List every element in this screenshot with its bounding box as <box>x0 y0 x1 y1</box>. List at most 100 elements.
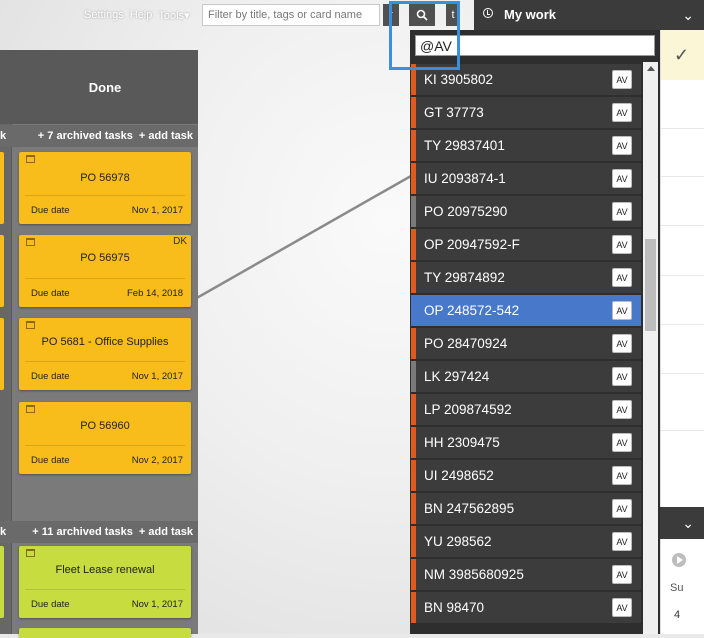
divider <box>661 225 704 226</box>
task-card[interactable]: Fleet Lease renewal Due date Nov 1, 2017 <box>19 546 191 618</box>
due-date: Nov 1, 2017 <box>131 205 183 216</box>
option-label: GT 37773 <box>424 105 484 120</box>
column-title: Done <box>88 80 122 95</box>
top-links: Settings Help Tools▾ <box>84 9 190 22</box>
option-color-strip <box>411 394 416 425</box>
completed-row[interactable]: ✓ <box>661 30 704 80</box>
chevron-down-icon[interactable]: ⌄ <box>682 515 694 532</box>
dropdown-option[interactable]: OP 20947592-F AV <box>411 229 641 260</box>
option-color-strip <box>411 328 416 359</box>
filter-options-button[interactable]: r <box>383 4 399 26</box>
option-label: OP 248572-542 <box>424 303 520 318</box>
card-title: PO 5681 - Office Supplies <box>41 336 169 348</box>
dropdown-option[interactable]: UI 2498652 AV <box>411 460 641 491</box>
dropdown-option[interactable]: TY 29837401 AV <box>411 130 641 161</box>
scroll-up-arrow-icon[interactable] <box>647 66 655 71</box>
dropdown-option[interactable]: LP 209874592 AV <box>411 394 641 425</box>
dropdown-option[interactable]: YU 298562 AV <box>411 526 641 557</box>
option-label: YU 298562 <box>424 534 492 549</box>
dropdown-option[interactable]: BN 247562895 AV <box>411 493 641 524</box>
dropdown-option[interactable]: GT 37773 AV <box>411 97 641 128</box>
dropdown-option[interactable]: PO 20975290 AV <box>411 196 641 227</box>
assignee-avatar-badge: AV <box>612 565 632 584</box>
option-label: BN 247562895 <box>424 501 515 516</box>
assignee-avatar-badge: AV <box>612 433 632 452</box>
option-label: NM 3985680925 <box>424 567 524 582</box>
divider <box>661 275 704 276</box>
day-number[interactable]: 4 <box>674 609 680 621</box>
dropdown-option[interactable]: KI 3905802 AV <box>411 64 641 95</box>
calendar-section-header[interactable]: ⌄ <box>660 507 704 539</box>
check-icon: ✓ <box>674 45 690 65</box>
dropdown-option[interactable]: NM 3985680925 AV <box>411 559 641 590</box>
assignee-avatar-badge: AV <box>612 136 632 155</box>
task-card[interactable]: PO 5681 - Office Supplies Due date Nov 1… <box>19 318 191 390</box>
tools-label: Tools <box>158 10 185 22</box>
due-label: Due date <box>31 599 70 610</box>
play-icon[interactable] <box>672 553 686 567</box>
option-color-strip <box>411 64 416 95</box>
task-card[interactable]: DK PO 56975 Due date Feb 14, 2018 <box>19 235 191 307</box>
dropdown-option[interactable]: HH 2309475 AV <box>411 427 641 458</box>
option-label: IU 2093874-1 <box>424 171 506 186</box>
option-color-strip <box>411 163 416 194</box>
add-task-link[interactable]: + add task <box>139 130 193 142</box>
scrollbar-thumb[interactable] <box>645 239 656 331</box>
calendar-icon <box>26 321 35 329</box>
due-label: Due date <box>31 288 70 299</box>
option-label: OP 20947592-F <box>424 237 520 252</box>
option-label: LK 297424 <box>424 369 490 384</box>
assignee-avatar-badge: AV <box>612 532 632 551</box>
calendar-icon <box>26 155 35 163</box>
task-card[interactable] <box>19 628 191 638</box>
my-work-header[interactable]: My work ⌄ <box>474 0 704 30</box>
due-label: Due date <box>31 455 70 466</box>
help-link[interactable]: Help <box>130 9 153 22</box>
option-color-strip <box>411 559 416 590</box>
assignee-avatar-badge: AV <box>612 367 632 386</box>
dropdown-option[interactable]: TY 29874892 AV <box>411 262 641 293</box>
card-title: PO 56960 <box>80 420 130 432</box>
card-stub <box>0 235 4 307</box>
option-label: PO 20975290 <box>424 204 508 219</box>
due-date: Nov 1, 2017 <box>131 371 183 382</box>
option-label: HH 2309475 <box>424 435 500 450</box>
search-icon <box>416 9 428 21</box>
settings-link[interactable]: Settings <box>84 9 124 22</box>
add-task-link[interactable]: + add task <box>139 526 193 538</box>
tools-menu[interactable]: Tools▾ <box>158 9 189 22</box>
assignee-avatar-badge: AV <box>612 400 632 419</box>
search-button[interactable] <box>409 4 435 26</box>
option-color-strip <box>411 262 416 293</box>
column-header: Done <box>0 50 198 124</box>
caret-down-icon: ▾ <box>184 10 190 22</box>
card-divider <box>25 195 185 196</box>
task-card[interactable]: PO 56978 Due date Nov 1, 2017 <box>19 152 191 224</box>
dropdown-option[interactable]: IU 2093874-1 AV <box>411 163 641 194</box>
due-label: Due date <box>31 205 70 216</box>
option-label: TY 29874892 <box>424 270 505 285</box>
archived-tasks-link[interactable]: + 11 archived tasks <box>32 526 133 538</box>
archived-tasks-link[interactable]: + 7 archived tasks <box>38 130 133 142</box>
toolbar-extra-button[interactable]: t <box>446 4 460 26</box>
dropdown-scrollbar[interactable] <box>643 62 658 634</box>
filter-input[interactable] <box>202 4 380 26</box>
my-work-title: My work <box>504 7 557 22</box>
task-card[interactable]: PO 56960 Due date Nov 2, 2017 <box>19 402 191 474</box>
dropdown-option[interactable]: BN 98470 AV <box>411 592 641 623</box>
assignee-avatar-badge: AV <box>612 466 632 485</box>
option-label: KI 3905802 <box>424 72 494 87</box>
dropdown-option[interactable]: LK 297424 AV <box>411 361 641 392</box>
chevron-down-icon[interactable]: ⌄ <box>682 7 694 24</box>
option-color-strip <box>411 592 416 623</box>
option-color-strip <box>411 526 416 557</box>
card-divider <box>25 589 185 590</box>
dropdown-option[interactable]: OP 248572-542 AV <box>411 295 641 326</box>
card-title: PO 56975 <box>80 252 130 264</box>
dropdown-option[interactable]: PO 28470924 AV <box>411 328 641 359</box>
option-color-strip <box>411 493 416 524</box>
card-initials: DK <box>173 236 187 247</box>
clock-icon <box>483 8 493 18</box>
mention-input[interactable] <box>415 35 655 56</box>
calendar-icon <box>26 549 35 557</box>
